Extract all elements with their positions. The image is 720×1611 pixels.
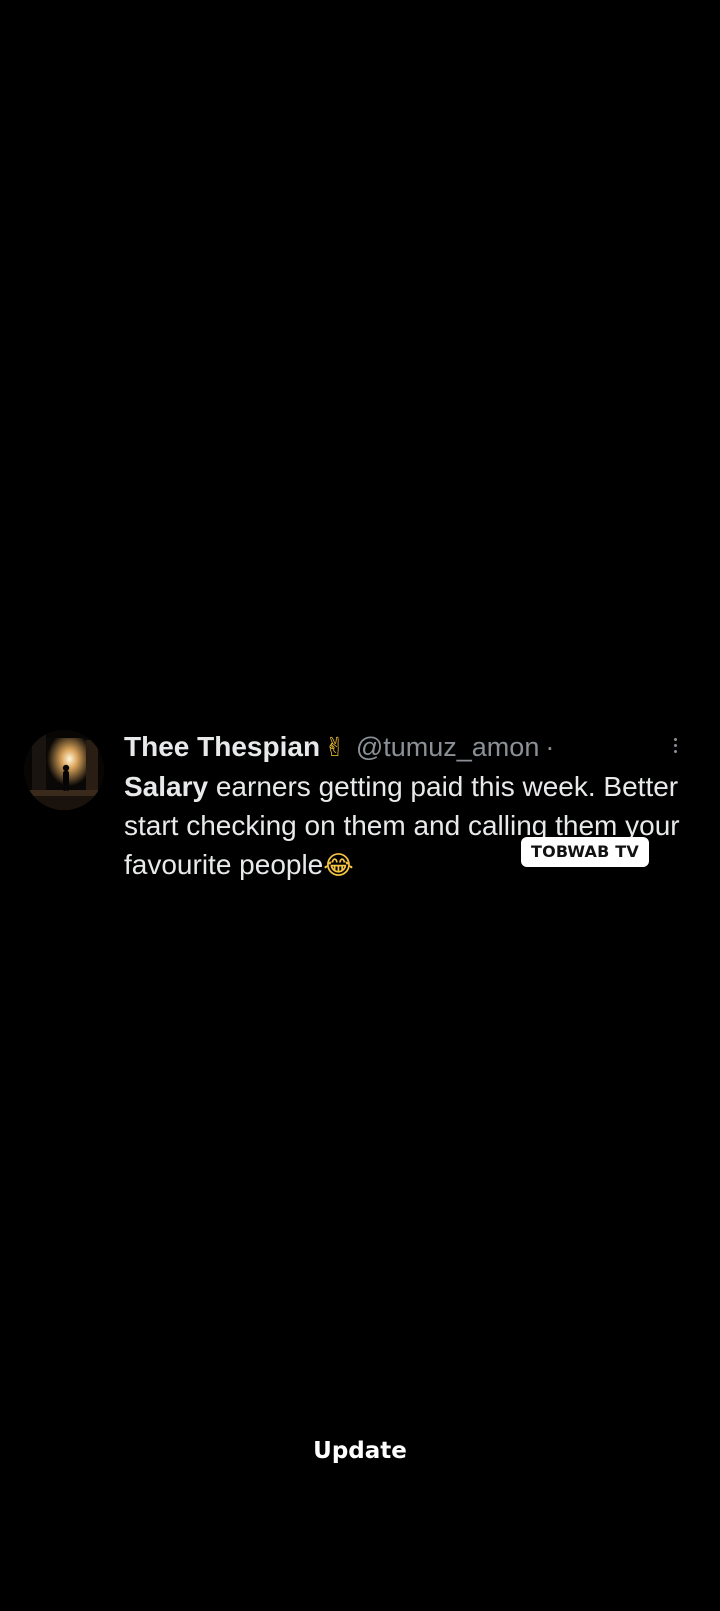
- display-name[interactable]: Thee Thespian: [124, 731, 320, 762]
- caption-text: Update: [313, 1438, 407, 1464]
- separator-dot: ·: [545, 732, 555, 762]
- avatar[interactable]: [24, 730, 104, 810]
- victory-hand-emoji-icon: ✌: [324, 732, 346, 762]
- user-handle[interactable]: @tumuz_amon: [356, 732, 540, 762]
- watermark-badge: TOBWAB TV: [521, 837, 649, 867]
- tweet-header: Thee Thespian ✌ @tumuz_amon ·: [124, 727, 684, 767]
- tweet-text: Salary earners getting paid this week. B…: [124, 767, 694, 885]
- tweet-text-bold: Salary: [124, 771, 209, 802]
- more-vertical-icon[interactable]: [672, 735, 678, 759]
- laughing-tears-emoji-icon: 😂: [323, 850, 354, 880]
- avatar-photo-icon: [24, 730, 104, 810]
